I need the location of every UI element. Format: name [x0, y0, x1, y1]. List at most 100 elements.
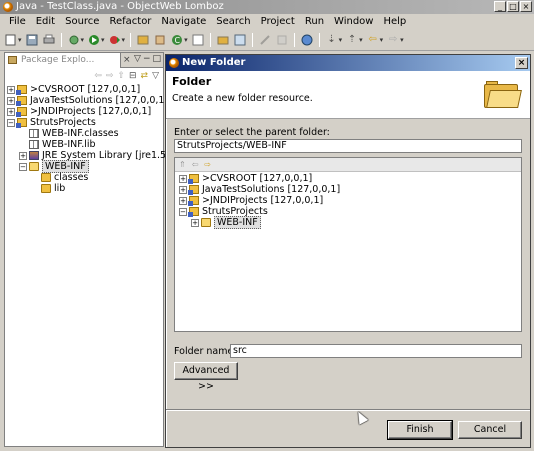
tree-expander[interactable]: +	[19, 151, 27, 160]
tree-expander[interactable]: +	[7, 85, 15, 94]
tree-expander	[31, 174, 39, 182]
new-icon[interactable]	[4, 33, 18, 47]
collapse-all-icon[interactable]: ⊟	[129, 71, 137, 81]
folder-icon	[41, 184, 51, 193]
menu-edit[interactable]: Edit	[31, 14, 60, 29]
back-arrow-icon[interactable]: ⇦	[366, 33, 380, 47]
external-tools-icon[interactable]	[108, 33, 122, 47]
window-titlebar: Java - TestClass.java - ObjectWeb Lomboz…	[0, 0, 534, 14]
open-type-icon[interactable]	[191, 33, 205, 47]
folder-name-input[interactable]: src	[230, 344, 522, 358]
tree-expander[interactable]: −	[7, 118, 15, 127]
debug-icon[interactable]	[67, 33, 81, 47]
menu-search[interactable]: Search	[211, 14, 255, 29]
prev-annotation-dropdown-icon[interactable]: ▾	[359, 36, 363, 44]
debug-dropdown-icon[interactable]: ▾	[81, 36, 85, 44]
close-dialog-button[interactable]: ×	[515, 57, 528, 69]
forward-dropdown-icon[interactable]: ▾	[400, 36, 404, 44]
tree-node[interactable]: WEB-INF.lib	[7, 139, 163, 150]
parent-folder-input[interactable]: StrutsProjects/WEB-INF	[174, 139, 522, 153]
tree-nav-toolbar: ⇑ ⇦ ⇨	[175, 158, 521, 172]
tree-expander[interactable]: −	[19, 162, 27, 171]
run-icon[interactable]	[87, 33, 101, 47]
forward-arrow-icon[interactable]: ⇨	[386, 33, 400, 47]
go-forward-icon[interactable]: ⇨	[204, 160, 211, 169]
maximize-view-icon[interactable]: □	[152, 54, 161, 64]
minimize-view-icon[interactable]: −	[143, 54, 151, 64]
menu-source[interactable]: Source	[60, 14, 104, 29]
tree-expander[interactable]: −	[179, 207, 187, 216]
toggle-icon[interactable]	[275, 33, 289, 47]
tree-node[interactable]: + JavaTestSolutions [127,0,0,1]	[7, 95, 168, 106]
package-icon	[29, 129, 39, 138]
tree-node[interactable]: lib	[7, 183, 163, 194]
tree-expander[interactable]: +	[179, 185, 187, 194]
tree-node[interactable]: classes	[7, 172, 163, 183]
cancel-button[interactable]: Cancel	[458, 421, 522, 439]
dialog-header: Folder Create a new folder resource.	[166, 71, 530, 119]
view-menu-icon[interactable]: ▽	[134, 54, 141, 64]
menu-help[interactable]: Help	[378, 14, 411, 29]
tree-node[interactable]: + >JNDIProjects [127,0,0,1]	[7, 106, 163, 117]
back-nav-icon[interactable]: ⇦	[94, 71, 102, 81]
tree-node-label: JavaTestSolutions [127,0,0,1]	[202, 184, 341, 195]
tree-node-label: >JNDIProjects [127,0,0,1]	[202, 195, 324, 206]
next-annotation-icon[interactable]: ⇣	[325, 33, 339, 47]
tree-expander[interactable]: +	[179, 196, 187, 205]
new-package-icon[interactable]	[153, 33, 167, 47]
menu-refactor[interactable]: Refactor	[104, 14, 156, 29]
close-tab-icon[interactable]: ×	[123, 53, 131, 67]
go-up-icon[interactable]: ⇑	[179, 160, 186, 169]
edit-icon[interactable]	[258, 33, 272, 47]
tree-node[interactable]: + >CVSROOT [127,0,0,1]	[7, 84, 163, 95]
tree-expander	[19, 130, 27, 138]
new-dropdown-icon[interactable]: ▾	[18, 36, 22, 44]
link-editor-icon[interactable]: ⇄	[141, 71, 149, 81]
tree-node[interactable]: + >JNDIProjects [127,0,0,1]	[179, 195, 521, 206]
tab-package-explorer[interactable]: Package Explo...	[5, 53, 121, 68]
package-explorer-tree: + >CVSROOT [127,0,0,1] + JavaTestSolutio…	[5, 84, 184, 194]
new-java-project-icon[interactable]	[136, 33, 150, 47]
tree-expander[interactable]: +	[7, 96, 15, 105]
package-explorer-icon	[8, 56, 17, 64]
go-back-icon[interactable]: ⇦	[192, 160, 199, 169]
maximize-window-button[interactable]: □	[507, 1, 519, 12]
tree-node[interactable]: + JavaTestSolutions [127,0,0,1]	[179, 184, 521, 195]
new-class-dropdown-icon[interactable]: ▾	[184, 36, 188, 44]
menu-project[interactable]: Project	[256, 14, 300, 29]
open-folder-icon	[29, 162, 39, 171]
tree-node[interactable]: WEB-INF.classes	[7, 128, 163, 139]
search-icon[interactable]	[216, 33, 230, 47]
print-icon[interactable]	[42, 33, 56, 47]
finish-button[interactable]: Finish	[387, 420, 453, 440]
menu-file[interactable]: File	[4, 14, 31, 29]
menu-window[interactable]: Window	[329, 14, 378, 29]
new-class-icon[interactable]: C	[170, 33, 184, 47]
menu-run[interactable]: Run	[300, 14, 329, 29]
close-window-button[interactable]: ×	[520, 1, 532, 12]
tree-node[interactable]: + WEB-INF	[179, 216, 521, 229]
open-perspective-icon[interactable]	[233, 33, 247, 47]
tree-node[interactable]: − WEB-INF	[7, 160, 163, 173]
prev-annotation-icon[interactable]: ⇡	[345, 33, 359, 47]
globe-icon[interactable]	[300, 33, 314, 47]
up-nav-icon[interactable]: ⇧	[117, 71, 125, 81]
tree-expander[interactable]: +	[179, 174, 187, 183]
tab-package-explorer-label: Package Explo...	[21, 55, 95, 65]
menu-navigate[interactable]: Navigate	[156, 14, 211, 29]
run-dropdown-icon[interactable]: ▾	[101, 36, 105, 44]
view-menu-dropdown-icon[interactable]: ▽	[152, 71, 159, 81]
forward-nav-icon[interactable]: ⇨	[106, 71, 114, 81]
external-tools-dropdown-icon[interactable]: ▾	[122, 36, 126, 44]
save-icon[interactable]	[25, 33, 39, 47]
tree-expander[interactable]: +	[7, 107, 15, 116]
toolbar-separator	[251, 32, 253, 47]
back-dropdown-icon[interactable]: ▾	[380, 36, 384, 44]
advanced-button[interactable]: Advanced >>	[174, 362, 238, 392]
next-annotation-dropdown-icon[interactable]: ▾	[339, 36, 343, 44]
minimize-window-button[interactable]: _	[494, 1, 506, 12]
tree-node[interactable]: + >CVSROOT [127,0,0,1]	[179, 173, 521, 184]
package-icon	[29, 140, 39, 149]
tree-expander[interactable]: +	[191, 218, 199, 227]
tree-node[interactable]: − StrutsProjects	[7, 117, 163, 128]
